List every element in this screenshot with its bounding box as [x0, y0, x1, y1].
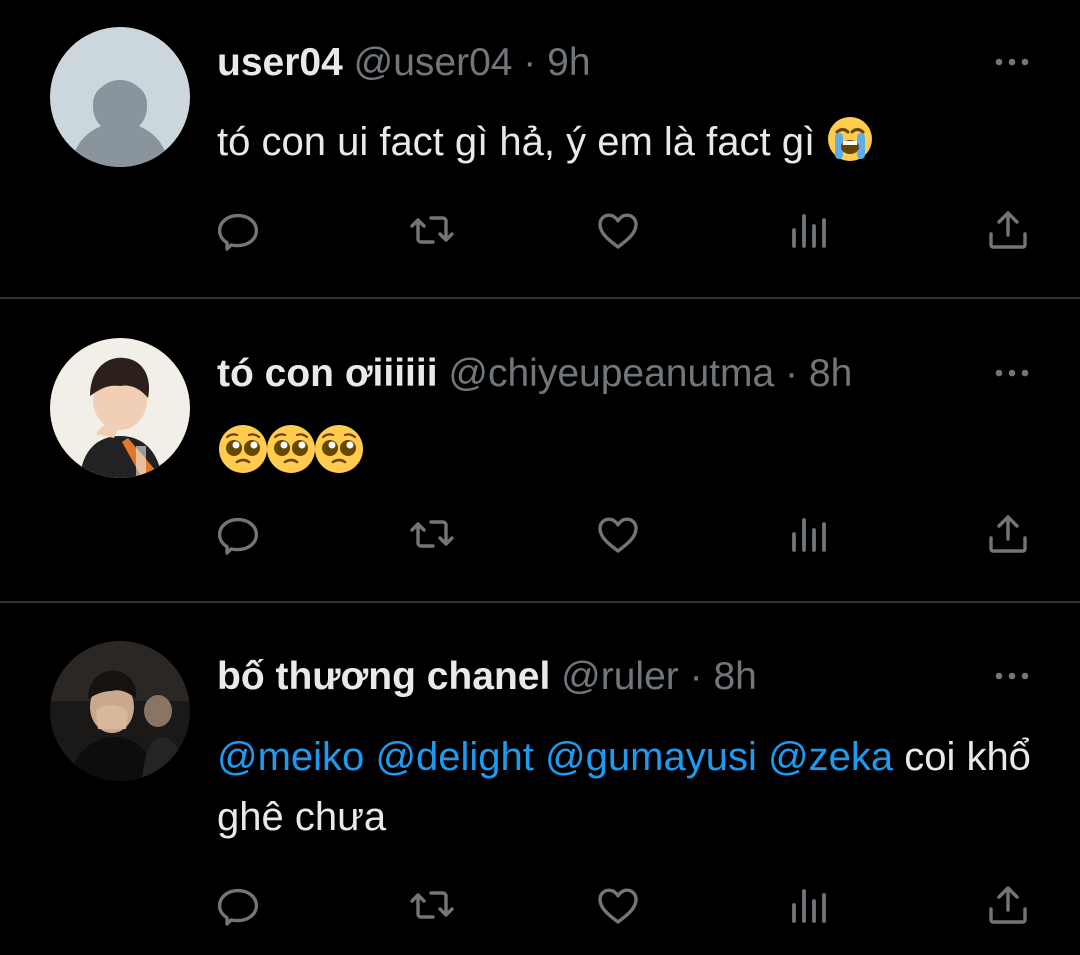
handle[interactable]: @chiyeupeanutma [448, 352, 774, 395]
share-button[interactable] [978, 875, 1038, 935]
reply-button[interactable] [208, 504, 268, 564]
more-options-icon[interactable] [992, 363, 1032, 383]
views-button[interactable] [779, 504, 839, 564]
mention-link[interactable]: @delight [375, 735, 533, 779]
mention-link[interactable]: @meiko [217, 735, 364, 779]
pleading-face-icon [313, 423, 363, 473]
reply-button[interactable] [208, 875, 268, 935]
retweet-icon [410, 216, 454, 244]
tweet-text: @meiko @delight @gumayusi @zeka coi khổ … [217, 727, 1040, 847]
views-button[interactable] [779, 200, 839, 260]
tweet-actions [0, 504, 1080, 564]
handle[interactable]: @ruler [561, 655, 679, 698]
avatar[interactable] [50, 338, 190, 478]
more-options-icon[interactable] [992, 52, 1032, 72]
tweet-header: user04 @user04 · 9h [217, 40, 591, 86]
mention-link[interactable]: @gumayusi [545, 735, 757, 779]
retweet-icon [410, 520, 454, 548]
pleading-face-icon [217, 423, 267, 473]
share-icon [989, 886, 1027, 924]
reply-button[interactable] [208, 200, 268, 260]
views-icon [792, 214, 826, 248]
retweet-button[interactable] [402, 200, 462, 260]
tweet-actions [0, 200, 1080, 260]
avatar[interactable] [50, 27, 190, 167]
pleading-face-icon [265, 423, 315, 473]
retweet-button[interactable] [402, 875, 462, 935]
default-avatar-icon [50, 27, 190, 167]
tweet-2[interactable]: tó con ơiiiiii @chiyeupeanutma · 8h [0, 300, 1080, 602]
tweet-header: bố thương chanel @ruler · 8h [217, 654, 757, 700]
tweet-text-content: tó con ui fact gì hả, ý em là fact gì [217, 120, 816, 164]
like-icon [598, 517, 638, 553]
tweet-header: tó con ơiiiiii @chiyeupeanutma · 8h [217, 351, 852, 397]
profile-photo [50, 641, 190, 781]
more-options-icon[interactable] [992, 666, 1032, 686]
like-button[interactable] [588, 875, 648, 935]
timestamp[interactable]: 8h [713, 655, 756, 698]
display-name[interactable]: bố thương chanel [217, 655, 550, 698]
separator: · [523, 41, 537, 84]
views-icon [792, 889, 826, 923]
tweet-text [217, 420, 1040, 480]
loudly-crying-face-icon [826, 115, 874, 163]
like-icon [598, 888, 638, 924]
share-icon [989, 211, 1027, 249]
like-button[interactable] [588, 504, 648, 564]
separator: · [785, 352, 799, 395]
like-icon [598, 213, 638, 249]
reply-icon [217, 517, 259, 555]
reply-icon [217, 213, 259, 251]
timestamp[interactable]: 9h [547, 41, 590, 84]
retweet-icon [410, 891, 454, 919]
tweet-3[interactable]: bố thương chanel @ruler · 8h @meiko @del… [0, 603, 1080, 955]
tweet-1[interactable]: user04 @user04 · 9h tó con ui fact gì hả… [0, 0, 1080, 300]
timestamp[interactable]: 8h [809, 352, 852, 395]
profile-photo [50, 338, 190, 478]
separator: · [689, 655, 703, 698]
tweet-actions [0, 875, 1080, 935]
views-button[interactable] [779, 875, 839, 935]
views-icon [792, 518, 826, 552]
mention-link[interactable]: @zeka [768, 735, 893, 779]
handle[interactable]: @user04 [354, 41, 513, 84]
share-icon [989, 515, 1027, 553]
avatar[interactable] [50, 641, 190, 781]
display-name[interactable]: tó con ơiiiiii [217, 352, 438, 395]
share-button[interactable] [978, 504, 1038, 564]
display-name[interactable]: user04 [217, 41, 343, 84]
share-button[interactable] [978, 200, 1038, 260]
tweet-text: tó con ui fact gì hả, ý em là fact gì [217, 112, 1040, 172]
retweet-button[interactable] [402, 504, 462, 564]
like-button[interactable] [588, 200, 648, 260]
reply-icon [217, 888, 259, 926]
divider [0, 297, 1080, 299]
